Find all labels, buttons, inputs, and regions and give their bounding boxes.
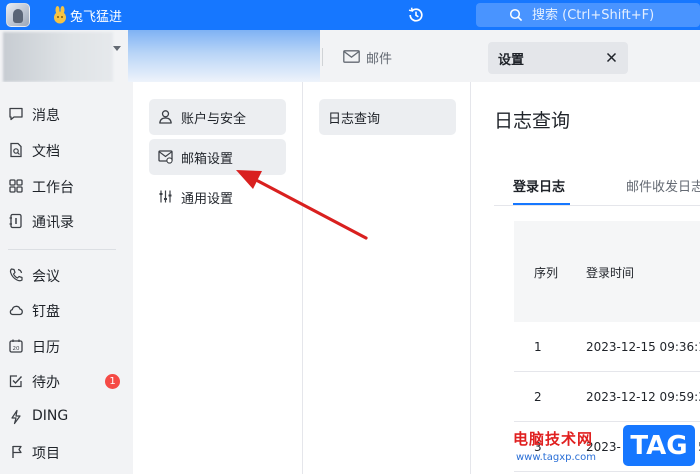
phone-icon — [9, 268, 23, 282]
chevron-down-icon[interactable] — [113, 46, 121, 51]
nav-divider — [8, 249, 116, 250]
table-header: 序列 登录时间 — [514, 221, 700, 322]
sidebar-item-projects[interactable]: 项目 — [0, 436, 133, 470]
tab-settings-label: 设置 — [498, 53, 525, 68]
app-logo[interactable] — [6, 3, 30, 27]
watermark-logo-label: TAG — [630, 431, 688, 461]
table-row: 2 2023-12-12 09:59:34 — [514, 372, 700, 422]
sidebar-item-todo[interactable]: 待办 1 — [0, 365, 133, 399]
lightning-icon — [11, 409, 21, 425]
user-icon — [159, 110, 172, 124]
search-input[interactable] — [532, 6, 696, 24]
tab-settings[interactable]: 设置 — [488, 42, 628, 74]
sidebar-item-label: 钉盘 — [32, 304, 60, 320]
todo-count-badge: 1 — [105, 374, 120, 389]
account-switcher[interactable] — [3, 32, 113, 82]
sidebar-item-label: 日历 — [32, 340, 60, 356]
sidebar-item-ding[interactable]: DING — [0, 401, 133, 435]
column-header-login-time: 登录时间 — [586, 266, 635, 280]
sidebar-item-label: DING — [32, 408, 69, 424]
sidebar-item-label: 工作台 — [32, 180, 74, 196]
watermark-logo: TAG — [621, 423, 697, 468]
bunny-icon — [54, 6, 66, 24]
tab-mail-log[interactable]: 邮件收发日志 — [626, 176, 700, 195]
sidebar-item-contacts[interactable]: 通讯录 — [0, 205, 133, 239]
sidebar-item-docs[interactable]: 文档 — [0, 134, 133, 168]
settings-item-account-security[interactable]: 账户与安全 — [149, 99, 286, 135]
tab-baseline — [494, 205, 700, 206]
tab-mail[interactable]: 邮件 — [333, 40, 483, 74]
content-panel: 日志查询 登录日志 邮件收发日志 序列 登录时间 1 2023-12-15 09… — [472, 82, 700, 474]
left-nav: 消息 文档 工作台 通讯录 会议 钉盘 20 日历 待办 1 DING 项目 — [0, 82, 133, 474]
sidebar-item-label: 文档 — [32, 144, 60, 160]
mailbox-settings-icon — [158, 150, 173, 164]
settings-subcategory-panel: 日志查询 — [304, 82, 471, 474]
column-header-index: 序列 — [534, 266, 559, 280]
sidebar-item-label: 项目 — [32, 446, 60, 462]
sidebar-item-label: 通讯录 — [32, 215, 74, 231]
page-title: 日志查询 — [494, 110, 571, 132]
sidebar-item-drive[interactable]: 钉盘 — [0, 294, 133, 328]
grid-icon — [9, 179, 23, 193]
watermark-url: www.tagxp.com — [516, 452, 596, 463]
settings-subitem-log-query[interactable]: 日志查询 — [319, 99, 456, 135]
tab-login-log[interactable]: 登录日志 — [513, 176, 565, 195]
table-row: 1 2023-12-15 09:36:15 — [514, 322, 700, 372]
settings-item-mailbox[interactable]: 邮箱设置 — [149, 139, 286, 175]
chat-icon — [9, 107, 23, 121]
settings-item-label: 账户与安全 — [181, 112, 247, 127]
sidebar-item-meetings[interactable]: 会议 — [0, 259, 133, 293]
header-background — [128, 30, 320, 82]
close-icon[interactable] — [605, 51, 618, 64]
settings-subitem-label: 日志查询 — [328, 112, 381, 127]
checkbox-icon — [9, 375, 23, 388]
settings-item-label: 通用设置 — [181, 192, 234, 207]
table-cell: 1 — [534, 340, 542, 354]
search-box[interactable] — [476, 3, 700, 27]
org-name[interactable]: 兔飞猛进 — [70, 6, 122, 25]
table-cell: 2023-12-12 09:59:34 — [586, 390, 700, 404]
sidebar-item-calendar[interactable]: 20 日历 — [0, 330, 133, 364]
tab-divider — [322, 48, 323, 66]
mail-icon — [343, 50, 360, 63]
tab-mail-label: 邮件 — [366, 52, 393, 67]
document-icon — [10, 142, 22, 158]
calendar-icon: 20 — [9, 339, 23, 353]
top-bar: 兔飞猛进 — [0, 0, 700, 30]
sidebar-item-label: 消息 — [32, 108, 60, 124]
search-icon — [509, 8, 523, 22]
sidebar-item-label: 会议 — [32, 269, 60, 285]
sidebar-item-messages[interactable]: 消息 — [0, 98, 133, 132]
svg-text:20: 20 — [13, 346, 20, 352]
sidebar-item-workbench[interactable]: 工作台 — [0, 170, 133, 204]
project-icon — [12, 445, 22, 458]
table-cell: 2 — [534, 390, 542, 404]
history-icon[interactable] — [407, 6, 425, 24]
table-cell: 2023-12-15 09:36:15 — [586, 340, 700, 354]
settings-item-general[interactable]: 通用设置 — [149, 179, 286, 215]
settings-category-panel: 账户与安全 邮箱设置 通用设置 — [133, 82, 303, 474]
sliders-icon — [159, 190, 172, 203]
watermark-text: 电脑技术网 — [513, 430, 594, 448]
active-tab-indicator — [513, 203, 570, 205]
settings-item-label: 邮箱设置 — [181, 152, 234, 167]
contacts-icon — [9, 213, 22, 229]
sidebar-item-label: 待办 — [32, 375, 60, 391]
cloud-icon — [9, 305, 23, 316]
